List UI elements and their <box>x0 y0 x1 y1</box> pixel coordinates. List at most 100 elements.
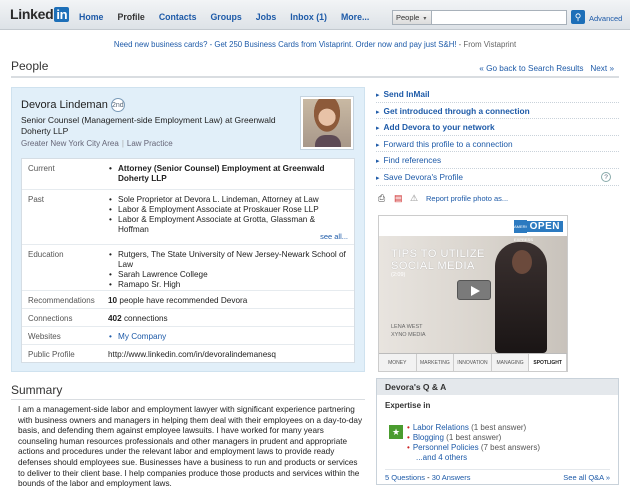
back-to-results-link[interactable]: « Go back to Search Results <box>479 64 583 73</box>
ad-tab-marketing[interactable]: MARKETING <box>417 354 455 371</box>
answers-link[interactable]: 30 Answers <box>432 473 471 482</box>
ad-tab-spotlight[interactable]: SPOTLIGHT <box>529 354 567 371</box>
profile-actions: ▸ Send InMail ▸ Get introduced through a c… <box>376 86 619 186</box>
public-profile-link[interactable]: http://www.linkedin.com/in/devoralindema… <box>108 350 348 360</box>
linkedin-logo[interactable]: Linked in <box>10 6 70 22</box>
main-nav: Home Profile Contacts Groups Jobs Inbox … <box>79 12 383 22</box>
report-photo-link[interactable]: Report profile photo as... <box>426 194 508 203</box>
past-position: Labor & Employment Associate at Grotta, … <box>108 215 348 235</box>
add-to-network-action[interactable]: ▸ Add Devora to your network <box>376 119 619 136</box>
profile-photo <box>300 96 354 150</box>
qa-footer: 5 Questions - 30 Answers See all Q&A » <box>385 469 610 482</box>
expertise-item: • Personnel Policies (7 best answers) <box>407 443 540 452</box>
industry-text[interactable]: Law Practice <box>127 139 173 148</box>
search-input[interactable] <box>432 11 566 24</box>
profile-details-table: Current Attorney (Senior Counsel) Employ… <box>21 158 355 363</box>
ad-speaker: LENA WEST XYNO MEDIA <box>391 324 426 338</box>
location-text[interactable]: Greater New York City Area <box>21 139 119 148</box>
search-navigation: « Go back to Search Results Next » <box>479 64 614 73</box>
profile-tools: ⎙ ▤ ⚠ Report profile photo as... <box>378 193 508 203</box>
expertise-topic-link[interactable]: Labor Relations <box>413 423 469 432</box>
nav-contacts[interactable]: Contacts <box>159 12 197 22</box>
ad-tabs: MONEY MARKETING INNOVATION MANAGING SPOT… <box>379 353 567 371</box>
profile-headline: Senior Counsel (Management-side Employme… <box>21 115 276 136</box>
summary-heading: Summary <box>11 383 63 397</box>
see-all-past-link[interactable]: see all... <box>320 232 348 241</box>
education-item: Ramapo Sr. High <box>108 280 348 290</box>
questions-link[interactable]: 5 Questions <box>385 473 425 482</box>
current-row: Current Attorney (Senior Counsel) Employ… <box>22 159 354 190</box>
recommendations-count: 10 <box>108 296 118 305</box>
more-expertise-link[interactable]: ...and 4 others <box>407 453 540 463</box>
forward-profile-action[interactable]: ▸ Forward this profile to a connection <box>376 136 619 153</box>
arrow-right-icon: ▸ <box>376 141 380 149</box>
website-link[interactable]: My Company <box>108 332 348 342</box>
nav-more[interactable]: More... <box>341 12 369 22</box>
arrow-right-icon: ▸ <box>376 92 380 99</box>
profile-name: Devora Lindeman 2nd <box>21 98 125 112</box>
find-references-action[interactable]: ▸ Find references <box>376 152 619 169</box>
play-icon[interactable] <box>457 280 491 300</box>
ad-tab-money[interactable]: MONEY <box>379 354 417 371</box>
arrow-right-icon: ▸ <box>376 125 380 133</box>
arrow-right-icon: ▸ <box>376 158 380 166</box>
education-item: Sarah Lawrence College <box>108 270 348 280</box>
summary-text: I am a management-side labor and employm… <box>18 405 363 489</box>
help-icon[interactable]: ? <box>601 171 611 182</box>
get-introduced-action[interactable]: ▸ Get introduced through a connection <box>376 103 619 120</box>
ad-header: AMERICAN EXPRESS OPEN <box>379 216 567 242</box>
expertise-item: • Labor Relations (1 best answer) <box>407 423 527 432</box>
nav-groups[interactable]: Groups <box>210 12 241 22</box>
see-all-qa-link[interactable]: See all Q&A » <box>563 473 610 482</box>
open-logo: OPEN <box>526 221 563 232</box>
pdf-icon[interactable]: ▤ <box>394 193 404 203</box>
current-position: Attorney (Senior Counsel) Employment at … <box>108 164 348 184</box>
qa-box: Devora's Q & A Expertise in ★ • Labor Rel… <box>376 378 619 485</box>
arrow-right-icon: ▸ <box>376 108 380 116</box>
search-button[interactable]: ⚲ <box>571 10 585 24</box>
ad-duration: (2:09) <box>391 272 406 278</box>
expertise-item: • Blogging (1 best answer) <box>407 433 502 442</box>
warning-icon: ⚠ <box>410 193 419 203</box>
expertise-topic-link[interactable]: Blogging <box>413 433 444 442</box>
ad-banner[interactable]: Need new business cards? - Get 250 Busin… <box>0 40 630 49</box>
nav-inbox[interactable]: Inbox (1) <box>290 12 327 22</box>
past-position: Labor & Employment Associate at Proskaue… <box>108 205 348 215</box>
past-row: Past Sole Proprietor at Devora L. Lindem… <box>22 190 354 245</box>
recommendations-text: people have recommended Devora <box>117 296 248 305</box>
video-ad[interactable]: AMERICAN EXPRESS OPEN TIPS TO UTILIZE SOC… <box>378 215 568 372</box>
nav-profile[interactable]: Profile <box>117 12 144 22</box>
nav-jobs[interactable]: Jobs <box>256 12 277 22</box>
print-icon[interactable]: ⎙ <box>378 193 388 203</box>
save-profile-action[interactable]: ▸ Save Devora's Profile? <box>376 169 619 186</box>
search-box: People <box>392 10 567 25</box>
connections-row: Connections 402 connections <box>22 309 354 327</box>
profile-card: Devora Lindeman 2nd Senior Counsel (Manag… <box>11 87 365 372</box>
ad-title: TIPS TO UTILIZE SOCIAL MEDIA <box>391 248 485 272</box>
send-inmail-action[interactable]: ▸ Send InMail <box>376 86 619 103</box>
ad-tab-managing[interactable]: MANAGING <box>492 354 530 371</box>
expertise-topic-link[interactable]: Personnel Policies <box>413 443 479 452</box>
ad-banner-source: - From Vistaprint <box>456 40 517 49</box>
search-icon: ⚲ <box>574 12 582 22</box>
connections-count: 402 <box>108 314 122 323</box>
ad-banner-text[interactable]: Need new business cards? - Get 250 Busin… <box>114 40 457 49</box>
profile-location: Greater New York City Area | Law Practice <box>21 139 173 148</box>
next-link[interactable]: Next » <box>590 64 614 73</box>
past-label: Past <box>28 195 45 204</box>
websites-label: Websites <box>28 332 61 341</box>
advanced-search-link[interactable]: Advanced <box>589 14 622 23</box>
ad-tab-innovation[interactable]: INNOVATION <box>454 354 492 371</box>
arrow-right-icon: ▸ <box>376 174 380 182</box>
education-item: Rutgers, The State University of New Jer… <box>108 250 348 270</box>
nav-home[interactable]: Home <box>79 12 103 22</box>
recommendations-label: Recommendations <box>28 296 95 305</box>
recommendations-row: Recommendations 10 people have recommend… <box>22 291 354 309</box>
title-divider <box>11 76 619 78</box>
qa-title: Devora's Q & A <box>377 379 618 395</box>
expertise-label: Expertise in <box>385 401 431 410</box>
public-profile-row: Public Profile http://www.linkedin.com/i… <box>22 345 354 363</box>
search-scope-dropdown[interactable]: People <box>393 11 432 24</box>
connections-label: Connections <box>28 314 73 323</box>
top-navigation-bar: Linked in Home Profile Contacts Groups Jo… <box>0 0 630 30</box>
